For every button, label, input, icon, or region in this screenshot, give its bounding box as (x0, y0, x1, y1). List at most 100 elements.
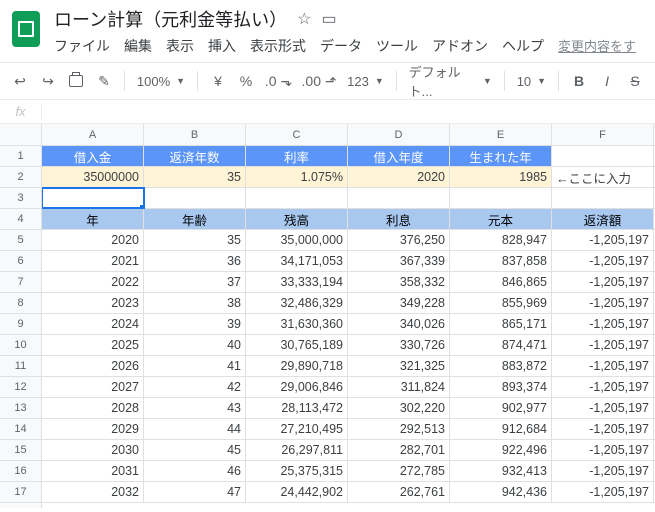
row-header[interactable]: 17 (0, 482, 41, 503)
cell[interactable]: 2030 (42, 440, 144, 460)
menu-edit[interactable]: 編集 (124, 36, 152, 56)
row-header[interactable]: 8 (0, 293, 41, 314)
cell[interactable]: 349,228 (348, 293, 450, 313)
cell[interactable]: ←ここに入力 (552, 167, 654, 187)
cell[interactable]: 35 (144, 230, 246, 250)
cell[interactable]: 45 (144, 440, 246, 460)
cell[interactable]: 借入年度 (348, 146, 450, 166)
cell[interactable]: 46 (144, 461, 246, 481)
cell[interactable]: 2025 (42, 335, 144, 355)
cell[interactable]: 376,250 (348, 230, 450, 250)
cell[interactable]: -1,205,197 (552, 398, 654, 418)
cell[interactable]: 828,947 (450, 230, 552, 250)
cell[interactable]: 37 (144, 272, 246, 292)
paint-format-icon[interactable]: ✎ (92, 68, 116, 94)
row-header[interactable]: 13 (0, 398, 41, 419)
cell[interactable]: 年齢 (144, 209, 246, 229)
cell[interactable]: 30,765,189 (246, 335, 348, 355)
cell[interactable]: 43 (144, 398, 246, 418)
cell[interactable]: 32,486,329 (246, 293, 348, 313)
cell[interactable]: 912,684 (450, 419, 552, 439)
cell[interactable] (552, 146, 654, 166)
cell[interactable]: 35,000,000 (246, 230, 348, 250)
row-header[interactable]: 5 (0, 230, 41, 251)
percent-button[interactable]: % (234, 68, 258, 94)
menu-addons[interactable]: アドオン (432, 36, 488, 56)
cell[interactable]: -1,205,197 (552, 440, 654, 460)
cell[interactable]: 367,339 (348, 251, 450, 271)
cell[interactable]: 2020 (42, 230, 144, 250)
cell[interactable]: 340,026 (348, 314, 450, 334)
menu-format[interactable]: 表示形式 (250, 36, 306, 56)
cell[interactable]: 922,496 (450, 440, 552, 460)
cell[interactable]: 2026 (42, 356, 144, 376)
cell[interactable]: 893,374 (450, 377, 552, 397)
cell[interactable]: -1,205,197 (552, 461, 654, 481)
cell[interactable]: 846,865 (450, 272, 552, 292)
cell[interactable]: 942,436 (450, 482, 552, 502)
print-icon[interactable] (64, 68, 88, 94)
currency-button[interactable]: ¥ (206, 68, 230, 94)
cell[interactable]: -1,205,197 (552, 419, 654, 439)
row-header[interactable]: 2 (0, 167, 41, 188)
change-history-link[interactable]: 変更内容をす (558, 36, 636, 56)
cell[interactable]: 41 (144, 356, 246, 376)
cell[interactable]: 302,220 (348, 398, 450, 418)
cell[interactable]: 932,413 (450, 461, 552, 481)
cell[interactable] (348, 188, 450, 208)
row-header[interactable]: 11 (0, 356, 41, 377)
cell[interactable]: 2021 (42, 251, 144, 271)
cell[interactable]: 28,113,472 (246, 398, 348, 418)
cell[interactable]: 883,872 (450, 356, 552, 376)
cell[interactable]: 2027 (42, 377, 144, 397)
cell[interactable]: 返済年数 (144, 146, 246, 166)
move-folder-icon[interactable]: ▭ (321, 9, 336, 29)
cell[interactable]: 282,701 (348, 440, 450, 460)
cell[interactable]: 2029 (42, 419, 144, 439)
cell[interactable]: 2028 (42, 398, 144, 418)
menu-file[interactable]: ファイル (54, 36, 110, 56)
cell[interactable]: 2032 (42, 482, 144, 502)
cell[interactable] (552, 188, 654, 208)
cell[interactable]: 利率 (246, 146, 348, 166)
menu-view[interactable]: 表示 (166, 36, 194, 56)
cell[interactable]: 358,332 (348, 272, 450, 292)
more-formats-button[interactable]: 123▼ (343, 74, 388, 89)
cell[interactable]: 272,785 (348, 461, 450, 481)
cell[interactable]: 902,977 (450, 398, 552, 418)
cell[interactable] (450, 188, 552, 208)
zoom-select[interactable]: 100%▼ (133, 74, 189, 89)
cell[interactable]: 2031 (42, 461, 144, 481)
col-header[interactable]: A (42, 124, 144, 145)
decrease-decimal-icon[interactable]: .0 ⬎ (262, 68, 295, 94)
cell[interactable]: 38 (144, 293, 246, 313)
cell[interactable]: 1985 (450, 167, 552, 187)
undo-icon[interactable]: ↩ (8, 68, 32, 94)
col-header[interactable]: D (348, 124, 450, 145)
cell[interactable]: 39 (144, 314, 246, 334)
cell[interactable]: 34,171,053 (246, 251, 348, 271)
font-size-select[interactable]: 10▼ (513, 74, 550, 89)
col-header[interactable]: B (144, 124, 246, 145)
cell[interactable]: 36 (144, 251, 246, 271)
cell[interactable]: 利息 (348, 209, 450, 229)
cell[interactable]: 元本 (450, 209, 552, 229)
row-header[interactable]: 7 (0, 272, 41, 293)
cell[interactable]: 2020 (348, 167, 450, 187)
active-cell[interactable] (42, 188, 144, 208)
cell[interactable]: 33,333,194 (246, 272, 348, 292)
row-header[interactable]: 3 (0, 188, 41, 209)
cell[interactable]: 35000000 (42, 167, 144, 187)
cell[interactable]: 47 (144, 482, 246, 502)
row-header[interactable]: 14 (0, 419, 41, 440)
font-select[interactable]: デフォルト...▼ (405, 62, 496, 100)
redo-icon[interactable]: ↪ (36, 68, 60, 94)
cell[interactable]: 年 (42, 209, 144, 229)
cell[interactable]: 35 (144, 167, 246, 187)
cell[interactable]: 330,726 (348, 335, 450, 355)
cell[interactable]: 1.075% (246, 167, 348, 187)
row-header[interactable]: 6 (0, 251, 41, 272)
cell[interactable]: 残高 (246, 209, 348, 229)
increase-decimal-icon[interactable]: .00 ⬏ (299, 68, 339, 94)
cell[interactable] (246, 188, 348, 208)
